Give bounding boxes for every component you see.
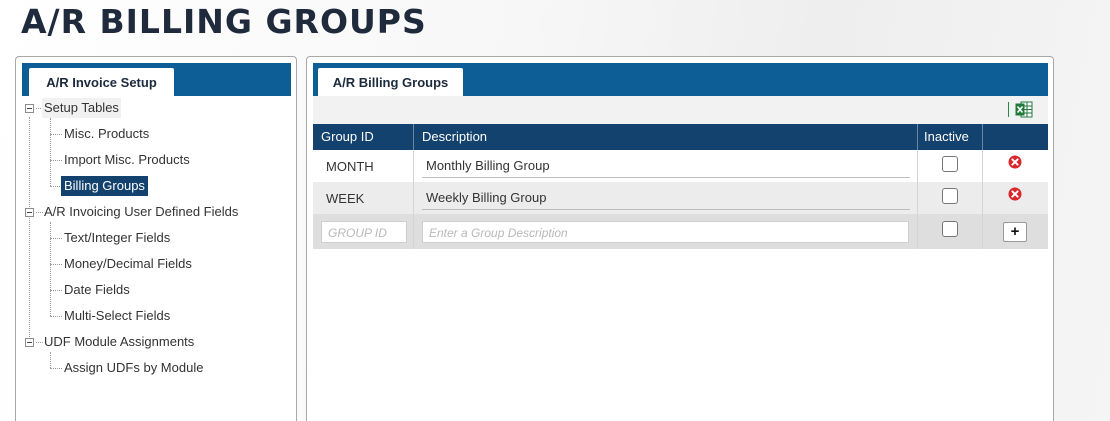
inactive-cell <box>918 182 983 214</box>
description-field[interactable]: Weekly Billing Group <box>422 190 910 210</box>
setup-navigation-panel: A/R Invoice Setup Setup Tables Misc. Pro… <box>15 56 297 421</box>
tree-item-date-fields[interactable]: Date Fields <box>64 280 130 300</box>
toolbar-separator <box>1008 102 1009 117</box>
group-id-cell: MONTH <box>313 150 414 182</box>
column-header-description[interactable]: Description <box>414 124 918 150</box>
group-id-value: MONTH <box>326 159 374 174</box>
tab-ar-billing-groups[interactable]: A/R Billing Groups <box>318 68 463 96</box>
grid-toolbar <box>313 96 1048 124</box>
description-cell: Weekly Billing Group <box>414 182 918 214</box>
billing-groups-panel: A/R Billing Groups Group ID Description … <box>306 56 1054 421</box>
tree-connector <box>50 368 62 369</box>
inactive-cell <box>918 150 983 182</box>
tree-connector <box>29 117 30 347</box>
actions-cell <box>983 150 1048 182</box>
inactive-checkbox[interactable] <box>942 221 958 237</box>
tree-item-billing-groups[interactable]: Billing Groups <box>61 176 148 196</box>
tree-item-udf-fields[interactable]: A/R Invoicing User Defined Fields <box>42 202 240 222</box>
tree-connector <box>50 118 51 186</box>
column-header-inactive[interactable]: Inactive <box>918 124 983 150</box>
grid-header: Group ID Description Inactive <box>313 124 1048 150</box>
tree-item-assign-udfs-by-module[interactable]: Assign UDFs by Module <box>64 358 203 378</box>
delete-icon[interactable] <box>1008 155 1022 169</box>
tree-item-setup-tables[interactable]: Setup Tables <box>42 98 121 118</box>
tree-item-money-decimal-fields[interactable]: Money/Decimal Fields <box>64 254 192 274</box>
collapse-icon[interactable] <box>25 104 34 113</box>
tree-item-import-misc-products[interactable]: Import Misc. Products <box>64 150 190 170</box>
tree-connector <box>50 222 51 316</box>
setup-tree: Setup Tables Misc. Products Import Misc.… <box>16 57 296 421</box>
tree-connector <box>50 134 62 135</box>
actions-cell: + <box>983 214 1048 249</box>
new-group-row: GROUP ID Enter a Group Description + <box>313 214 1048 249</box>
tree-connector <box>50 352 51 368</box>
right-tab-bar: A/R Billing Groups <box>313 63 1048 96</box>
tree-item-text-integer-fields[interactable]: Text/Integer Fields <box>64 228 170 248</box>
tree-item-udf-module-assignments[interactable]: UDF Module Assignments <box>42 332 196 352</box>
tree-connector <box>50 264 62 265</box>
group-id-value: WEEK <box>326 191 365 206</box>
inactive-checkbox[interactable] <box>942 188 958 204</box>
description-cell: Enter a Group Description <box>414 214 918 249</box>
collapse-icon[interactable] <box>25 338 34 347</box>
tree-connector <box>50 160 62 161</box>
table-row: WEEK Weekly Billing Group <box>313 182 1048 214</box>
page-title: A/R BILLING GROUPS <box>21 2 427 41</box>
excel-icon[interactable] <box>1015 101 1033 118</box>
tree-connector <box>50 290 62 291</box>
delete-icon[interactable] <box>1008 187 1022 201</box>
tree-item-misc-products[interactable]: Misc. Products <box>64 124 149 144</box>
add-group-button[interactable]: + <box>1003 222 1027 242</box>
description-cell: Monthly Billing Group <box>414 150 918 182</box>
table-row: MONTH Monthly Billing Group <box>313 150 1048 182</box>
group-id-cell: WEEK <box>313 182 414 214</box>
actions-cell <box>983 182 1048 214</box>
collapse-icon[interactable] <box>25 208 34 217</box>
inactive-checkbox[interactable] <box>942 156 958 172</box>
description-input[interactable]: Enter a Group Description <box>422 221 909 243</box>
tree-connector <box>50 316 62 317</box>
group-id-input[interactable]: GROUP ID <box>321 221 407 243</box>
group-id-cell: GROUP ID <box>313 214 414 249</box>
tree-connector <box>50 238 62 239</box>
tree-item-multi-select-fields[interactable]: Multi-Select Fields <box>64 306 170 326</box>
inactive-cell <box>918 214 983 249</box>
description-field[interactable]: Monthly Billing Group <box>422 158 910 178</box>
billing-groups-grid: Group ID Description Inactive MONTH Mont… <box>313 124 1048 249</box>
column-header-actions <box>983 124 1048 150</box>
column-header-group-id[interactable]: Group ID <box>313 124 414 150</box>
